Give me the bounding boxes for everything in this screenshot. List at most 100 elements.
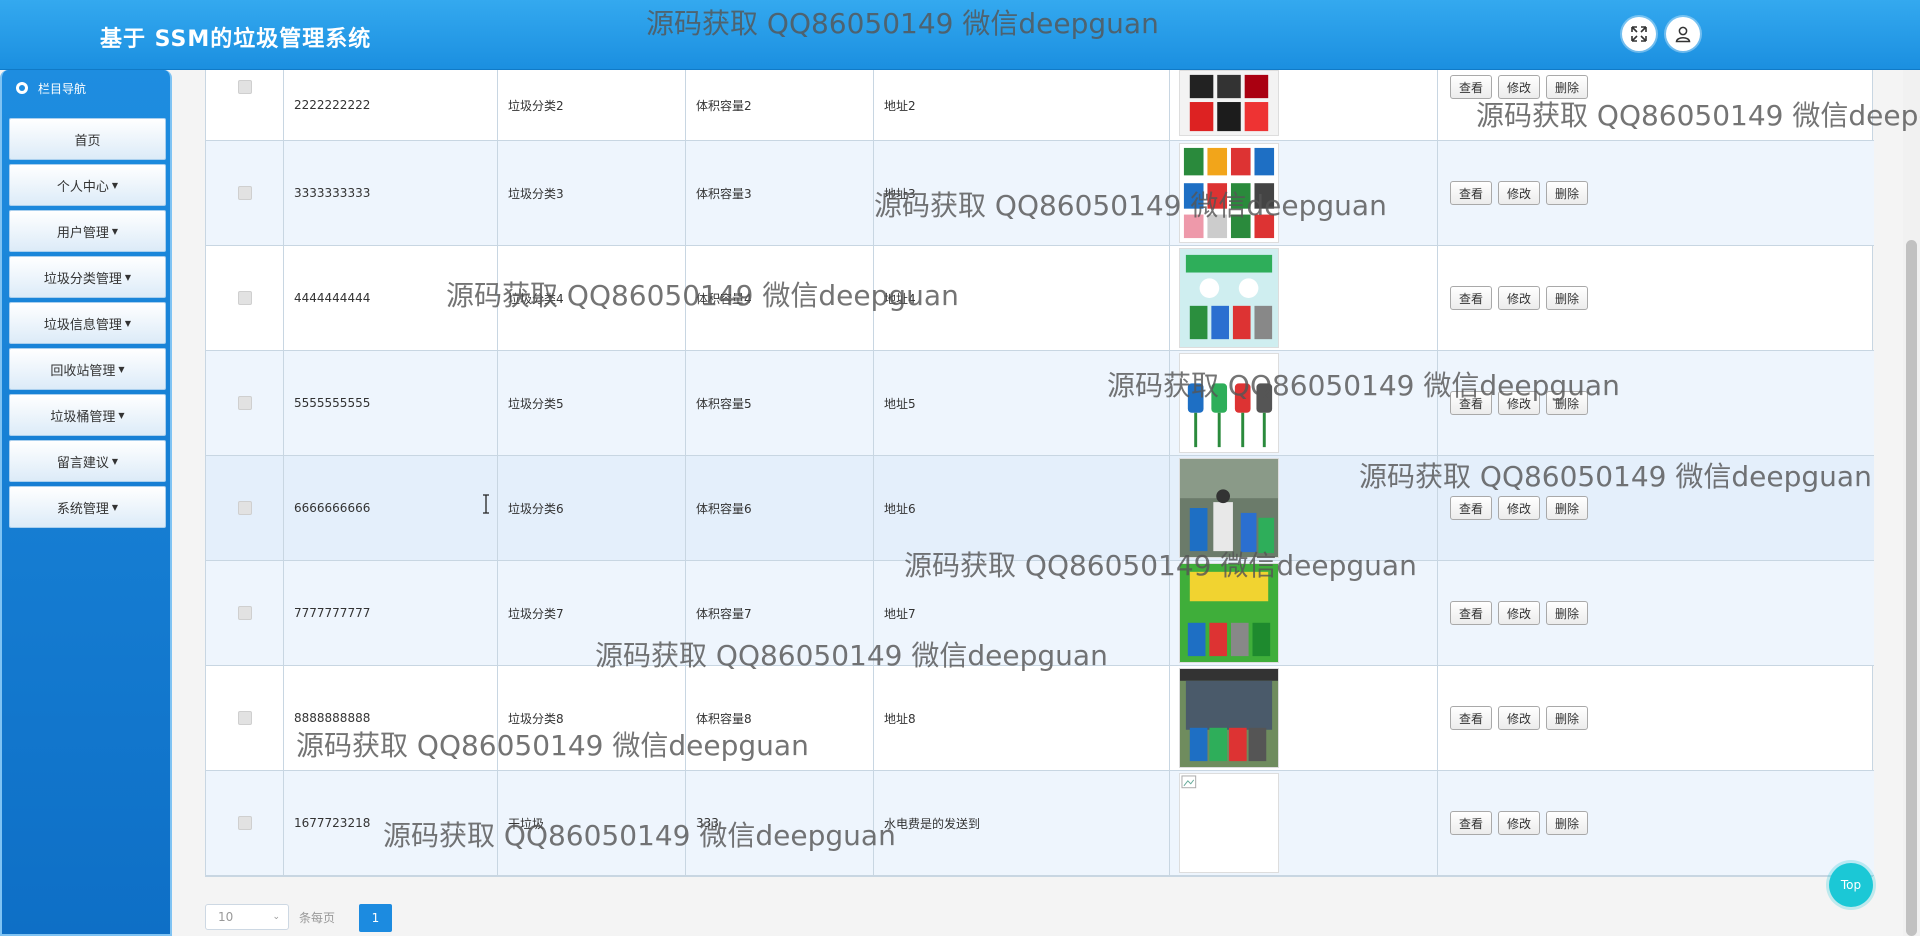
table-row: 3333333333 垃圾分类3 体积容量3 地址3 查看 修改 删除 bbox=[206, 141, 1874, 246]
sidebar-item-personal-center[interactable]: 个人中心 ▼ bbox=[9, 164, 166, 206]
view-button[interactable]: 查看 bbox=[1450, 75, 1493, 99]
row-category: 垃圾分类4 bbox=[508, 291, 564, 306]
row-address: 水电费是的发送到 bbox=[884, 816, 981, 831]
delete-button[interactable]: 删除 bbox=[1546, 391, 1589, 415]
caret-down-icon: ▼ bbox=[118, 364, 125, 374]
delete-button[interactable]: 删除 bbox=[1546, 286, 1589, 310]
row-address: 地址6 bbox=[884, 501, 916, 516]
view-button[interactable]: 查看 bbox=[1450, 181, 1493, 205]
user-button[interactable] bbox=[1666, 17, 1700, 51]
delete-button[interactable]: 删除 bbox=[1546, 811, 1589, 835]
delete-button[interactable]: 删除 bbox=[1546, 601, 1589, 625]
row-checkbox[interactable] bbox=[237, 80, 252, 94]
row-volume: 体积容量3 bbox=[696, 186, 752, 201]
caret-down-icon: ▼ bbox=[111, 180, 119, 190]
row-volume: 体积容量4 bbox=[696, 291, 752, 306]
edit-button[interactable]: 修改 bbox=[1498, 391, 1541, 415]
edit-button[interactable]: 修改 bbox=[1498, 75, 1541, 99]
back-to-top-button[interactable]: Top bbox=[1829, 863, 1873, 907]
row-category: 垃圾分类2 bbox=[508, 98, 564, 113]
sidebar-item-label: 用户管理 bbox=[56, 225, 109, 241]
caret-down-icon: ▼ bbox=[111, 456, 119, 466]
delete-button[interactable]: 删除 bbox=[1546, 75, 1589, 99]
sidebar-item-label: 垃圾分类管理 bbox=[43, 271, 122, 287]
row-category: 垃圾分类3 bbox=[508, 186, 564, 201]
row-id: 5555555555 bbox=[294, 396, 371, 410]
sidebar-item-label: 首页 bbox=[74, 133, 101, 149]
row-id: 1677723218 bbox=[294, 816, 371, 830]
edit-button[interactable]: 修改 bbox=[1498, 811, 1541, 835]
edit-button[interactable]: 修改 bbox=[1498, 286, 1541, 310]
edit-button[interactable]: 修改 bbox=[1498, 601, 1541, 625]
row-volume: 体积容量7 bbox=[696, 606, 752, 621]
page-size-select[interactable]: 10 ⌄ bbox=[205, 904, 289, 930]
row-image bbox=[1179, 70, 1279, 136]
row-image bbox=[1179, 353, 1279, 453]
sidebar-item-system[interactable]: 系统管理 ▼ bbox=[9, 486, 166, 528]
sidebar-title-label: 栏目导航 bbox=[38, 81, 87, 96]
row-image bbox=[1179, 143, 1279, 243]
edit-button[interactable]: 修改 bbox=[1498, 706, 1541, 730]
sidebar-item-user-management[interactable]: 用户管理 ▼ bbox=[9, 210, 166, 252]
caret-down-icon: ▼ bbox=[111, 502, 119, 512]
sidebar-item-label: 垃圾桶管理 bbox=[50, 409, 116, 425]
sidebar-item-home[interactable]: 首页 bbox=[9, 118, 166, 160]
row-image bbox=[1179, 668, 1279, 768]
sidebar-item-label: 留言建议 bbox=[56, 455, 109, 471]
view-button[interactable]: 查看 bbox=[1450, 391, 1493, 415]
row-checkbox[interactable] bbox=[237, 186, 252, 200]
table-row: 5555555555 垃圾分类5 体积容量5 地址5 查看 修改 删除 bbox=[206, 351, 1874, 456]
sidebar-item-label: 回收站管理 bbox=[50, 363, 116, 379]
row-address: 地址2 bbox=[884, 98, 916, 113]
sidebar-item-category-management[interactable]: 垃圾分类管理 ▼ bbox=[9, 256, 166, 298]
view-button[interactable]: 查看 bbox=[1450, 706, 1493, 730]
sidebar-item-feedback[interactable]: 留言建议 ▼ bbox=[9, 440, 166, 482]
row-id: 8888888888 bbox=[294, 711, 371, 725]
row-checkbox[interactable] bbox=[237, 711, 252, 725]
table-row: 1677723218 干垃圾 333 水电费是的发送到 查看 修改 删除 bbox=[206, 771, 1874, 876]
view-button[interactable]: 查看 bbox=[1450, 601, 1493, 625]
edit-button[interactable]: 修改 bbox=[1498, 496, 1541, 520]
row-volume: 333 bbox=[696, 816, 719, 830]
row-id: 2222222222 bbox=[294, 98, 371, 112]
row-id: 7777777777 bbox=[294, 606, 371, 620]
page-button-current[interactable]: 1 bbox=[359, 904, 392, 932]
top-header: 基于 SSM的垃圾管理系统 bbox=[0, 0, 1920, 70]
user-icon bbox=[1675, 26, 1691, 43]
row-category: 干垃圾 bbox=[508, 816, 545, 831]
row-volume: 体积容量2 bbox=[696, 98, 752, 113]
fullscreen-button[interactable] bbox=[1622, 17, 1656, 51]
row-address: 地址3 bbox=[884, 186, 916, 201]
page-size-value: 10 bbox=[218, 910, 234, 924]
edit-button[interactable]: 修改 bbox=[1498, 181, 1541, 205]
delete-button[interactable]: 删除 bbox=[1546, 496, 1589, 520]
row-address: 地址4 bbox=[884, 291, 916, 306]
row-checkbox[interactable] bbox=[237, 501, 252, 515]
delete-button[interactable]: 删除 bbox=[1546, 181, 1589, 205]
view-button[interactable]: 查看 bbox=[1450, 286, 1493, 310]
chevron-down-icon: ⌄ bbox=[272, 912, 280, 922]
per-page-label: 条每页 bbox=[299, 911, 336, 925]
view-button[interactable]: 查看 bbox=[1450, 496, 1493, 520]
sidebar-item-trash-bin[interactable]: 垃圾桶管理 ▼ bbox=[9, 394, 166, 436]
row-category: 垃圾分类7 bbox=[508, 606, 564, 621]
sidebar-item-label: 垃圾信息管理 bbox=[43, 317, 122, 333]
row-checkbox[interactable] bbox=[237, 291, 252, 305]
scrollbar-thumb[interactable] bbox=[1906, 240, 1917, 936]
row-checkbox[interactable] bbox=[237, 606, 252, 620]
row-image bbox=[1179, 563, 1279, 663]
app-title: 基于 SSM的垃圾管理系统 bbox=[100, 27, 372, 52]
row-checkbox[interactable] bbox=[237, 816, 252, 830]
expand-icon bbox=[1631, 26, 1647, 42]
view-button[interactable]: 查看 bbox=[1450, 811, 1493, 835]
row-category: 垃圾分类5 bbox=[508, 396, 564, 411]
table-row: 2222222222 垃圾分类2 体积容量2 地址2 查看 修改 删除 bbox=[206, 70, 1874, 141]
row-checkbox[interactable] bbox=[237, 396, 252, 410]
row-address: 地址5 bbox=[884, 396, 916, 411]
sidebar-item-garbage-info[interactable]: 垃圾信息管理 ▼ bbox=[9, 302, 166, 344]
sidebar-item-recycle-station[interactable]: 回收站管理 ▼ bbox=[9, 348, 166, 390]
caret-down-icon: ▼ bbox=[118, 410, 125, 420]
delete-button[interactable]: 删除 bbox=[1546, 706, 1589, 730]
row-address: 地址7 bbox=[884, 606, 916, 621]
row-id: 4444444444 bbox=[294, 291, 371, 305]
